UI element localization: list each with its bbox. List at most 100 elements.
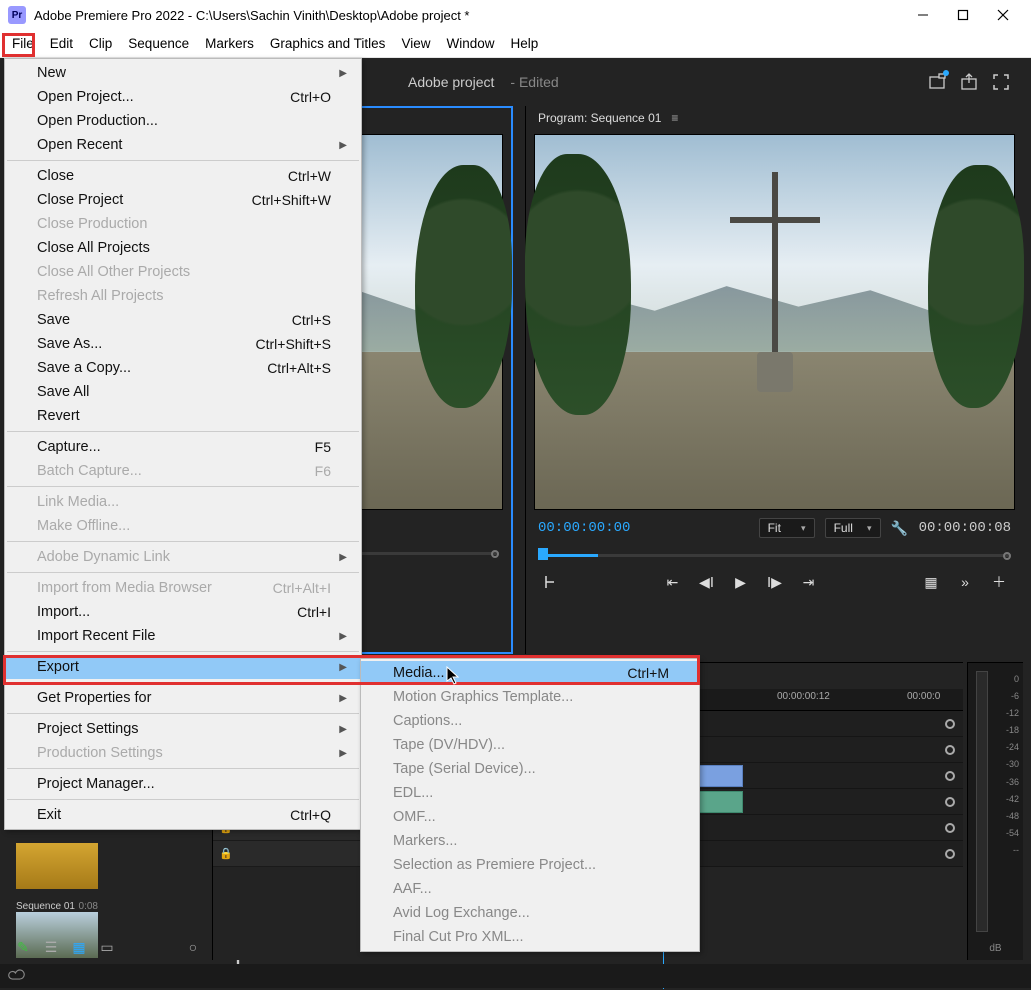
file-menu-item[interactable]: CloseCtrl+W — [5, 164, 361, 188]
menu-separator — [7, 651, 359, 652]
file-menu-item[interactable]: Export ▶ — [5, 655, 361, 679]
more-icon[interactable]: » — [953, 570, 977, 594]
play-icon[interactable]: ▶ — [729, 570, 753, 594]
file-menu-item[interactable]: Capture...F5 — [5, 435, 361, 459]
project-thumbnail — [16, 843, 98, 889]
window-minimize-button[interactable] — [903, 0, 943, 30]
menu-item-shortcut: F6 — [315, 463, 331, 479]
file-menu-item[interactable]: Open Production... — [5, 109, 361, 133]
export-menu-item: AAF... — [361, 877, 699, 901]
menu-separator — [7, 713, 359, 714]
menu-edit[interactable]: Edit — [42, 32, 81, 55]
menu-item-label: Markers... — [393, 833, 457, 849]
file-menu-item: Close Production — [5, 212, 361, 236]
go-to-out-icon[interactable]: ⇥ — [797, 570, 821, 594]
menu-item-label: Export — [37, 659, 79, 675]
menu-item-label: Avid Log Exchange... — [393, 905, 530, 921]
menu-item-label: Project Settings — [37, 721, 139, 737]
window-close-button[interactable] — [983, 0, 1023, 30]
submenu-arrow-icon: ▶ — [339, 552, 347, 563]
file-menu-item[interactable]: New▶ — [5, 61, 361, 85]
file-menu-item[interactable]: Close ProjectCtrl+Shift+W — [5, 188, 361, 212]
file-menu-item[interactable]: Revert — [5, 404, 361, 428]
audio-meter: 0 -6 -12 -18 -24 -30 -36 -42 -48 -54 -- … — [967, 662, 1023, 960]
quick-export-icon[interactable] — [927, 72, 947, 92]
audio-meter-bar — [976, 671, 988, 932]
icon-view-icon[interactable]: ▦ — [70, 938, 88, 956]
program-zoom-fit[interactable]: Fit▾ — [759, 518, 815, 538]
menu-file[interactable]: File — [4, 32, 42, 55]
freeform-icon[interactable]: ✎ — [14, 938, 32, 956]
zoom-slider-icon[interactable]: ○ — [184, 938, 202, 956]
menu-item-shortcut: Ctrl+W — [288, 168, 331, 184]
go-to-in-icon[interactable]: ⇤ — [661, 570, 685, 594]
file-menu-item[interactable]: Import...Ctrl+I — [5, 600, 361, 624]
submenu-arrow-icon: ▶ — [339, 662, 347, 673]
status-bar — [0, 964, 1031, 988]
file-menu-item[interactable]: Project Manager... — [5, 772, 361, 796]
window-maximize-button[interactable] — [943, 0, 983, 30]
program-monitor-panel: Program: Sequence 01 ≡ 00:00:00:00 Fit▾ … — [525, 106, 1023, 654]
menu-separator — [7, 431, 359, 432]
program-video-preview[interactable] — [534, 134, 1015, 510]
export-menu-item: Markers... — [361, 829, 699, 853]
export-menu-item: Selection as Premiere Project... — [361, 853, 699, 877]
menu-item-shortcut: Ctrl+Shift+S — [256, 336, 331, 352]
file-menu-item[interactable]: SaveCtrl+S — [5, 308, 361, 332]
menu-markers[interactable]: Markers — [197, 32, 262, 55]
export-menu-item: Avid Log Exchange... — [361, 901, 699, 925]
menu-sequence[interactable]: Sequence — [120, 32, 197, 55]
file-menu-item: Make Offline... — [5, 514, 361, 538]
file-menu-item[interactable]: ExitCtrl+Q — [5, 803, 361, 827]
file-menu-item[interactable]: Import Recent File▶ — [5, 624, 361, 648]
menu-item-label: Tape (DV/HDV)... — [393, 737, 505, 753]
menu-window[interactable]: Window — [438, 32, 502, 55]
menu-item-label: OMF... — [393, 809, 436, 825]
lift-icon[interactable]: ▦ — [919, 570, 943, 594]
menu-clip[interactable]: Clip — [81, 32, 120, 55]
menu-view[interactable]: View — [393, 32, 438, 55]
list-view-icon[interactable]: ☰ — [42, 938, 60, 956]
menu-item-label: Open Production... — [37, 113, 158, 129]
menu-graphics-titles[interactable]: Graphics and Titles — [262, 32, 394, 55]
menu-item-label: Save — [37, 312, 70, 328]
file-menu-item[interactable]: Close All Projects — [5, 236, 361, 260]
fullscreen-icon[interactable] — [991, 72, 1011, 92]
menu-item-label: Project Manager... — [37, 776, 155, 792]
menu-help[interactable]: Help — [502, 32, 546, 55]
wrench-icon[interactable]: 🔧 — [891, 519, 909, 537]
program-scrubber[interactable] — [538, 546, 1011, 564]
file-menu-item[interactable]: Save All — [5, 380, 361, 404]
export-menu-item[interactable]: Media...Ctrl+M — [361, 661, 699, 685]
project-item[interactable] — [16, 843, 98, 889]
menu-item-label: Selection as Premiere Project... — [393, 857, 596, 873]
share-icon[interactable] — [959, 72, 979, 92]
file-menu-item[interactable]: Get Properties for▶ — [5, 686, 361, 710]
file-menu-item[interactable]: Open Project...Ctrl+O — [5, 85, 361, 109]
freeform-view-icon[interactable]: ▭ — [98, 938, 116, 956]
step-forward-icon[interactable]: Ⅰ▶ — [763, 570, 787, 594]
export-menu-item: EDL... — [361, 781, 699, 805]
menu-item-label: Save a Copy... — [37, 360, 131, 376]
file-menu-item: Adobe Dynamic Link▶ — [5, 545, 361, 569]
file-menu-item[interactable]: Save As...Ctrl+Shift+S — [5, 332, 361, 356]
menu-item-label: Captions... — [393, 713, 462, 729]
menu-item-label: Save All — [37, 384, 89, 400]
menu-item-label: Import Recent File — [37, 628, 155, 644]
mark-in-icon[interactable] — [538, 570, 562, 594]
window-titlebar: Pr Adobe Premiere Pro 2022 - C:\Users\Sa… — [0, 0, 1031, 30]
add-marker-icon[interactable]: ＋ — [987, 570, 1011, 594]
menu-item-label: Batch Capture... — [37, 463, 142, 479]
program-timecode-in[interactable]: 00:00:00:00 — [538, 520, 630, 536]
file-menu-item[interactable]: Save a Copy...Ctrl+Alt+S — [5, 356, 361, 380]
file-menu-item[interactable]: Project Settings▶ — [5, 717, 361, 741]
creative-cloud-icon[interactable] — [8, 967, 26, 985]
menu-item-label: EDL... — [393, 785, 433, 801]
file-menu-item[interactable]: Open Recent▶ — [5, 133, 361, 157]
program-resolution-full[interactable]: Full▾ — [825, 518, 881, 538]
track-header-a3[interactable]: 🔒 — [213, 841, 367, 867]
program-panel-menu-icon[interactable]: ≡ — [671, 111, 678, 125]
export-menu-item: Captions... — [361, 709, 699, 733]
step-back-icon[interactable]: ◀Ⅰ — [695, 570, 719, 594]
menu-item-shortcut: Ctrl+Q — [290, 807, 331, 823]
